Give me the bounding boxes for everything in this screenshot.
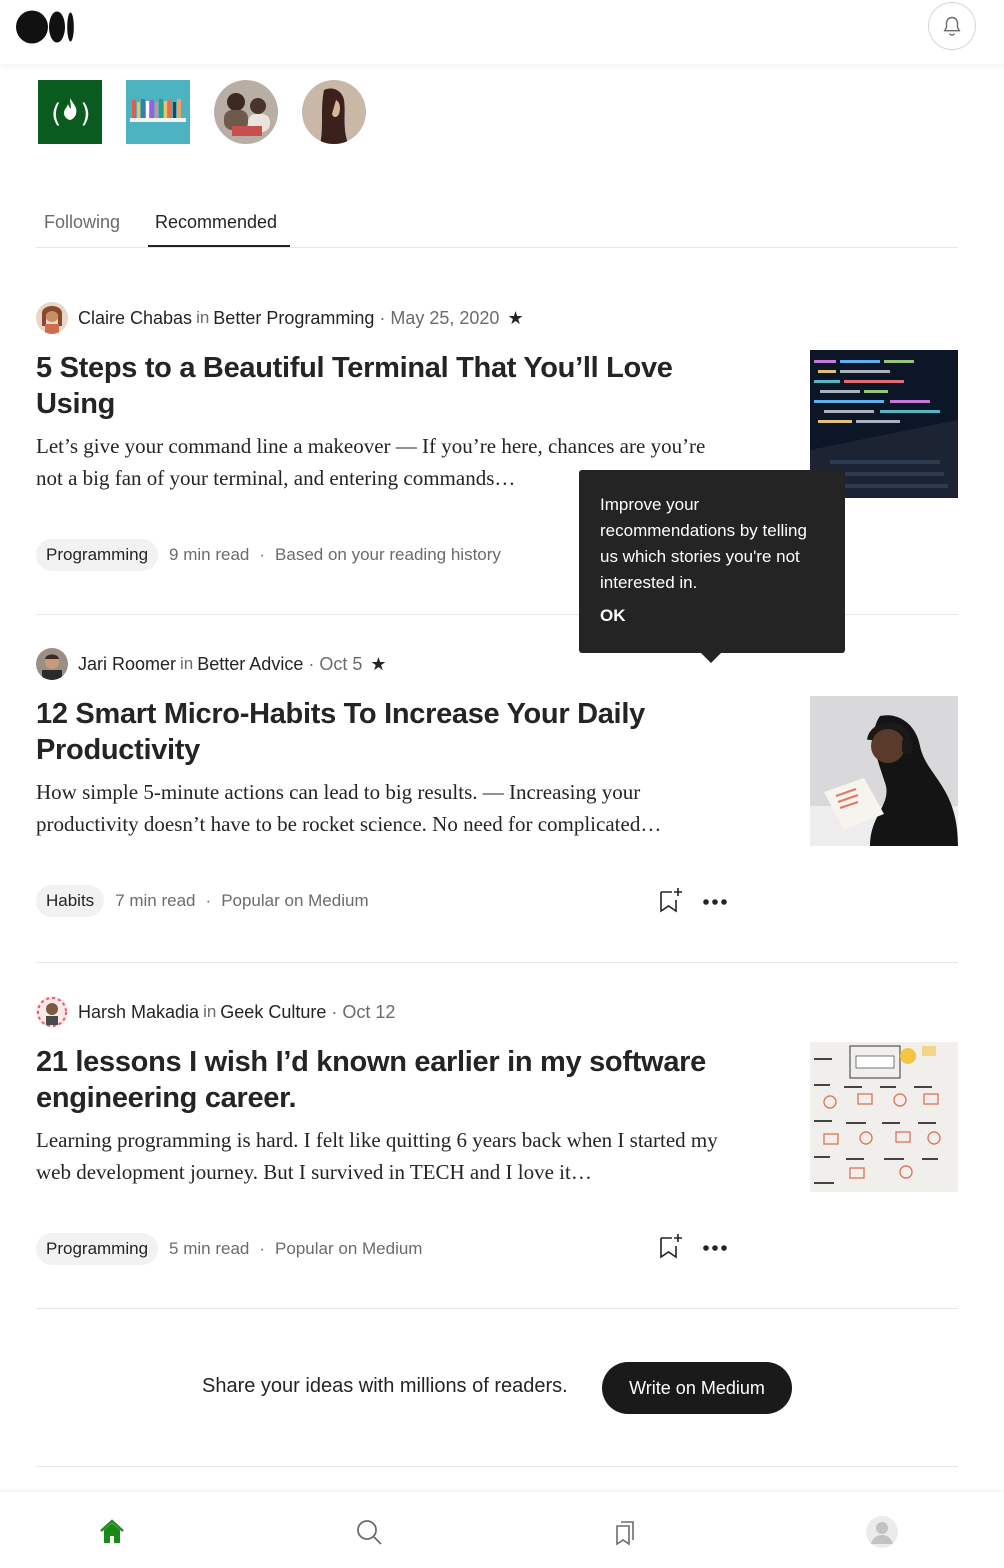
article-actions	[656, 1232, 746, 1262]
article-footer: Habits 7 min read · Popular on Medium	[36, 884, 369, 918]
article-title[interactable]: 21 lessons I wish I’d known earlier in m…	[36, 1044, 736, 1116]
member-star-icon: ★	[507, 307, 524, 328]
author-name[interactable]: Claire Chabas	[78, 308, 192, 329]
cta-divider	[36, 1466, 958, 1467]
bell-icon	[943, 16, 961, 36]
article-meta: Jari Roomer in Better Advice · Oct 5 ★	[36, 648, 386, 680]
bookmark-add-icon[interactable]	[656, 886, 686, 916]
tooltip-caret	[701, 653, 721, 663]
home-icon	[100, 1519, 124, 1543]
top-bar	[0, 0, 1004, 64]
meta-separator: ·	[308, 653, 315, 674]
article-divider	[36, 962, 958, 963]
footer-separator: ·	[205, 891, 212, 910]
article-actions	[656, 886, 746, 916]
in-label: in	[203, 1002, 217, 1021]
publication-name[interactable]: Better Programming	[213, 308, 374, 329]
tab-following[interactable]: Following	[44, 212, 120, 233]
more-options-icon[interactable]	[700, 890, 730, 914]
article-title[interactable]: 12 Smart Micro-Habits To Increase Your D…	[36, 696, 736, 768]
publish-date: Oct 12	[342, 1001, 396, 1022]
search-icon	[357, 1520, 382, 1545]
author-avatar[interactable]	[36, 648, 68, 680]
tooltip-ok-button[interactable]: OK	[600, 606, 825, 626]
woman-photo-avatar[interactable]	[302, 80, 366, 144]
people-photo-avatar[interactable]	[214, 80, 278, 144]
article-thumbnail[interactable]	[810, 1042, 958, 1192]
read-time: 7 min read	[115, 891, 196, 910]
author-avatar[interactable]	[36, 996, 68, 1028]
profile-icon	[866, 1516, 898, 1548]
svg-text:(: (	[48, 99, 64, 129]
publication-name[interactable]: Better Advice	[197, 654, 303, 675]
read-time: 5 min read	[169, 1239, 250, 1258]
read-time: 9 min read	[169, 545, 250, 564]
in-label: in	[180, 654, 194, 673]
bookshelf-avatar[interactable]	[126, 80, 190, 144]
article-divider	[36, 1308, 958, 1309]
article-excerpt[interactable]: How simple 5-minute actions can lead to …	[36, 776, 736, 840]
freecodecamp-avatar[interactable]: ( )	[38, 80, 102, 144]
author-avatar[interactable]	[36, 302, 68, 334]
meta-separator: ·	[379, 307, 386, 328]
in-label: in	[196, 308, 210, 327]
write-on-medium-button[interactable]: Write on Medium	[602, 1362, 792, 1414]
notifications-button[interactable]	[928, 2, 976, 50]
publish-date: Oct 5	[319, 653, 363, 674]
nav-search-button[interactable]	[349, 1512, 389, 1552]
topic-tag[interactable]: Programming	[36, 539, 159, 571]
footer-separator: ·	[259, 545, 266, 564]
recommendation-reason: Popular on Medium	[275, 1239, 423, 1258]
tab-recommended[interactable]: Recommended	[155, 212, 277, 233]
bookmarks-icon	[616, 1521, 634, 1546]
nav-profile-button[interactable]	[862, 1512, 902, 1552]
topic-tag[interactable]: Habits	[36, 885, 105, 917]
meta-separator: ·	[331, 1001, 338, 1022]
bottom-navigation	[0, 1492, 1004, 1568]
article-card[interactable]: Jari Roomer in Better Advice · Oct 5 ★ 1…	[36, 648, 958, 928]
bookmark-add-icon[interactable]	[656, 1232, 686, 1262]
recommendation-reason: Based on your reading history	[275, 545, 501, 564]
feed-tabs: Following Recommended	[36, 200, 958, 248]
nav-home-button[interactable]	[92, 1512, 132, 1552]
svg-text:): )	[78, 99, 94, 129]
recommendation-reason: Popular on Medium	[221, 891, 369, 910]
article-meta: Claire Chabas in Better Programming · Ma…	[36, 302, 524, 334]
article-title[interactable]: 5 Steps to a Beautiful Terminal That You…	[36, 350, 736, 422]
recommendation-tooltip: Improve your recommendations by telling …	[579, 470, 845, 663]
publication-name[interactable]: Geek Culture	[220, 1002, 326, 1023]
topic-tag[interactable]: Programming	[36, 1233, 159, 1265]
tooltip-text: Improve your recommendations by telling …	[600, 495, 807, 592]
article-excerpt[interactable]: Learning programming is hard. I felt lik…	[36, 1124, 746, 1188]
publish-date: May 25, 2020	[390, 307, 500, 328]
author-name[interactable]: Jari Roomer	[78, 654, 176, 675]
author-name[interactable]: Harsh Makadia	[78, 1002, 199, 1023]
medium-logo-icon[interactable]	[16, 10, 76, 44]
footer-separator: ·	[259, 1239, 266, 1258]
article-thumbnail[interactable]	[810, 696, 958, 846]
more-options-icon[interactable]	[700, 1236, 730, 1260]
active-tab-indicator	[148, 245, 290, 247]
cta-text: Share your ideas with millions of reader…	[202, 1375, 568, 1397]
member-star-icon: ★	[370, 653, 387, 674]
article-footer: Programming 9 min read · Based on your r…	[36, 538, 501, 572]
article-footer: Programming 5 min read · Popular on Medi…	[36, 1232, 422, 1266]
write-cta: Share your ideas with millions of reader…	[0, 1362, 1004, 1414]
article-card[interactable]: Harsh Makadia in Geek Culture · Oct 12 2…	[36, 996, 958, 1276]
nav-bookmarks-button[interactable]	[605, 1512, 645, 1552]
article-meta: Harsh Makadia in Geek Culture · Oct 12	[36, 996, 395, 1028]
